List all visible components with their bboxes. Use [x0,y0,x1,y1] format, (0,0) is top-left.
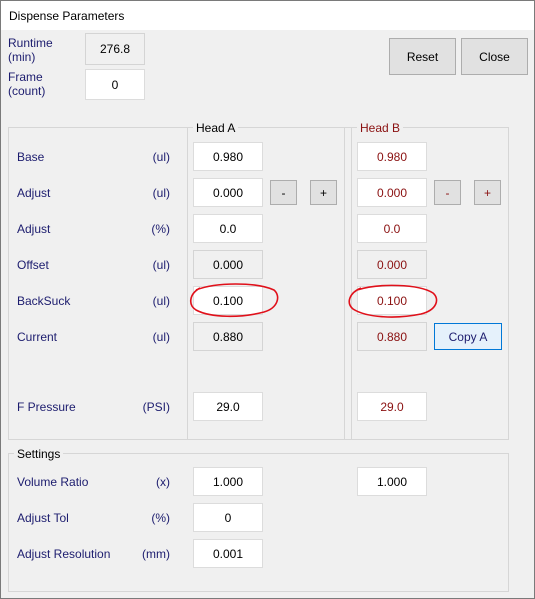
head-a-title: Head A [193,121,239,135]
head-a-minus-button[interactable]: - [270,180,297,205]
head-b-volume-ratio-input[interactable]: 1.000 [357,467,427,496]
head-a-volume-ratio-input[interactable]: 1.000 [193,467,263,496]
head-a-f-pressure-input[interactable]: 29.0 [193,392,263,421]
settings-title: Settings [14,447,64,461]
title-bar: Dispense Parameters [0,0,535,30]
runtime-label-line1: Runtime [8,36,53,50]
row-unit-current: (ul) [152,330,170,344]
runtime-label: Runtime (min) [8,36,53,64]
head-a-base-input[interactable]: 0.980 [193,142,263,171]
row-unit-adjust-ul: (ul) [152,186,170,200]
frame-label-line2: (count) [8,84,46,98]
runtime-field: 276.8 [85,33,145,65]
row-label-f-pressure: F Pressure [17,400,76,414]
head-b-plus-button[interactable]: + [474,180,501,205]
row-unit-backsuck: (ul) [152,294,170,308]
settings-label-volume-ratio: Volume Ratio [17,475,89,489]
copy-a-button[interactable]: Copy A [434,323,502,350]
frame-label-line1: Frame [8,70,43,84]
row-label-current: Current [17,330,58,344]
frame-input[interactable]: 0 [85,69,145,100]
row-unit-base: (ul) [152,150,170,164]
head-b-f-pressure-input[interactable]: 29.0 [357,392,427,421]
annotation-circle-head-b [348,284,438,318]
close-button[interactable]: Close [461,38,528,75]
row-label-offset: Offset [17,258,49,272]
head-b-adjust-pct-input[interactable]: 0.0 [357,214,427,243]
settings-label-adjust-resolution: Adjust Resolution [17,547,111,561]
head-a-adjust-pct-input[interactable]: 0.0 [193,214,263,243]
settings-label-adjust-tol: Adjust Tol [17,511,69,525]
row-unit-adjust-pct: (%) [151,222,170,236]
row-label-base: Base [17,150,45,164]
head-b-base-input[interactable]: 0.980 [357,142,427,171]
head-a-current-field: 0.880 [193,322,263,351]
settings-unit-adjust-tol: (%) [151,511,170,525]
head-b-current-field: 0.880 [357,322,427,351]
reset-button[interactable]: Reset [389,38,456,75]
head-b-minus-button[interactable]: - [434,180,461,205]
row-label-backsuck: BackSuck [17,294,71,308]
frame-label: Frame (count) [8,70,45,98]
head-a-plus-button[interactable]: + [310,180,337,205]
head-a-offset-field: 0.000 [193,250,263,279]
head-b-adjust-ul-input[interactable]: 0.000 [357,178,427,207]
row-label-adjust-ul: Adjust [17,186,51,200]
annotation-circle-head-a [190,283,279,318]
head-a-adjust-ul-input[interactable]: 0.000 [193,178,263,207]
settings-unit-adjust-resolution: (mm) [142,547,170,561]
row-label-adjust-pct: Adjust [17,222,51,236]
settings-unit-volume-ratio: (x) [156,475,170,489]
window-title: Dispense Parameters [9,9,125,23]
adjust-tol-input[interactable]: 0 [193,503,263,532]
adjust-resolution-input[interactable]: 0.001 [193,539,263,568]
head-b-title: Head B [357,121,404,135]
runtime-label-line2: (min) [8,50,36,64]
row-unit-f-pressure: (PSI) [142,400,170,414]
row-unit-offset: (ul) [152,258,170,272]
head-b-offset-field: 0.000 [357,250,427,279]
